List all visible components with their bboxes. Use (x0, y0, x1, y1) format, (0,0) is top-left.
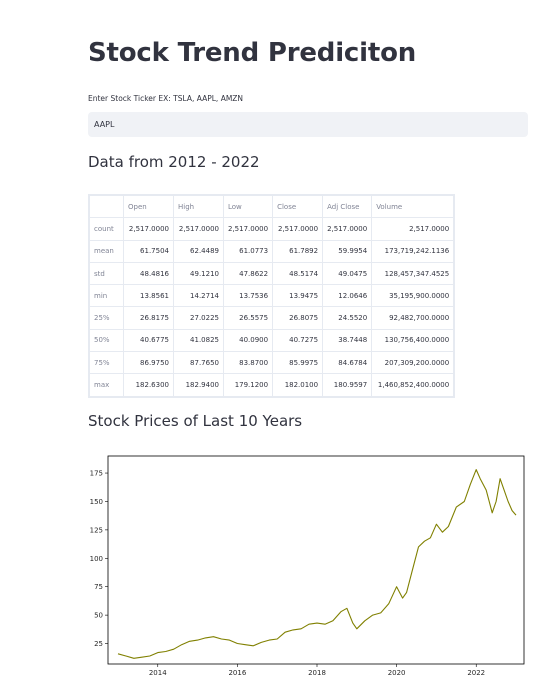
table-cell: 49.1210 (173, 261, 224, 286)
data-section-heading: Data from 2012 - 2022 (88, 153, 260, 171)
table-cell: 13.8561 (123, 284, 174, 308)
y-tick-label: 75 (94, 583, 103, 591)
y-tick-label: 100 (90, 555, 103, 563)
x-tick-label: 2018 (308, 669, 326, 677)
table-cell: 86.9750 (123, 351, 174, 375)
table-cell: 207,309,200.0000 (371, 351, 455, 375)
table-cell: 13.9475 (272, 284, 324, 308)
row-label: 75% (89, 351, 124, 375)
table-header-row: Open High Low Close Adj Close Volume (89, 194, 455, 219)
table-cell: 2,517.0000 (173, 217, 224, 241)
chart-section-heading: Stock Prices of Last 10 Years (88, 412, 303, 430)
y-tick-label: 175 (90, 470, 103, 478)
table-cell: 180.9597 (322, 373, 373, 397)
table-cell: 173,719,242.1136 (371, 239, 455, 263)
table-row: min 13.8561 14.2714 13.7536 13.9475 12.0646 35… (89, 284, 455, 308)
table-row: std 48.4816 49.1210 47.8622 48.5174 49.0475 12… (89, 261, 455, 286)
table-cell: 87.7650 (173, 351, 224, 375)
column-header[interactable]: High (173, 194, 224, 219)
column-header[interactable]: Volume (371, 194, 455, 219)
table-row: 75% 86.9750 87.7650 83.8700 85.9975 84.6784 20… (89, 351, 455, 375)
table-cell: 48.5174 (272, 261, 324, 286)
stats-table: Open High Low Close Adj Close Volume cou… (88, 194, 456, 398)
table-cell: 130,756,400.0000 (371, 328, 455, 353)
y-tick-label: 125 (90, 526, 103, 534)
table-cell: 85.9975 (272, 351, 324, 375)
table-cell: 13.7536 (222, 284, 274, 308)
table-row: count 2,517.0000 2,517.0000 2,517.0000 2,517… (89, 217, 455, 241)
column-header[interactable]: Adj Close (322, 194, 373, 219)
column-header[interactable]: Open (123, 194, 174, 219)
table-cell: 2,517.0000 (322, 217, 373, 241)
table-cell: 41.0825 (173, 328, 224, 353)
row-label: count (89, 217, 124, 241)
table-cell: 92,482,700.0000 (371, 306, 455, 330)
table-cell: 26.8175 (123, 306, 174, 330)
y-tick-label: 25 (94, 640, 103, 648)
table-cell: 2,517.0000 (123, 217, 174, 241)
table-cell: 83.8700 (222, 351, 274, 375)
table-cell: 47.8622 (222, 261, 274, 286)
table-cell: 61.7892 (272, 239, 324, 263)
table-row: 50% 40.6775 41.0825 40.0900 40.7275 38.7448 13… (89, 328, 455, 353)
price-chart-svg: 25 50 75 100 125 150 175 2014 2016 2018 2020 2022 (90, 455, 525, 677)
plot-frame (107, 455, 525, 665)
x-tick-label: 2016 (228, 669, 246, 677)
table-cell: 12.0646 (322, 284, 373, 308)
ticker-input[interactable] (88, 112, 528, 137)
row-label: min (89, 284, 124, 308)
x-tick-label: 2022 (467, 669, 485, 677)
table-cell: 2,517.0000 (222, 217, 274, 241)
price-chart: 25 50 75 100 125 150 175 2014 2016 2018 2020 2022 (80, 450, 532, 682)
table-cell: 128,457,347.4525 (371, 261, 455, 286)
table-cell: 61.7504 (123, 239, 174, 263)
table-cell: 40.0900 (222, 328, 274, 353)
table-cell: 2,517.0000 (371, 217, 455, 241)
table-cell: 61.0773 (222, 239, 274, 263)
y-tick-label: 50 (94, 612, 103, 620)
table-cell: 179.1200 (222, 373, 274, 397)
row-label: mean (89, 239, 124, 263)
row-label: std (89, 261, 124, 286)
table-cell: 182.9400 (173, 373, 224, 397)
table-cell: 182.6300 (123, 373, 174, 397)
column-header[interactable]: Low (222, 194, 274, 219)
table-cell: 27.0225 (173, 306, 224, 330)
row-label: max (89, 373, 124, 397)
table-row: max 182.6300 182.9400 179.1200 182.0100 180.9… (89, 373, 455, 397)
table-cell: 26.5575 (222, 306, 274, 330)
table-row: mean 61.7504 62.4489 61.0773 61.7892 59.9954 1… (89, 239, 455, 263)
table-cell: 84.6784 (322, 351, 373, 375)
table-row: 25% 26.8175 27.0225 26.5575 26.8075 24.5520 92… (89, 306, 455, 330)
table-cell: 2,517.0000 (272, 217, 324, 241)
column-header[interactable]: Close (272, 194, 324, 219)
table-cell: 48.4816 (123, 261, 174, 286)
table-cell: 40.6775 (123, 328, 174, 353)
table-cell: 1,460,852,400.0000 (371, 373, 455, 397)
x-tick-label: 2020 (388, 669, 406, 677)
table-cell: 40.7275 (272, 328, 324, 353)
y-tick-label: 150 (90, 498, 103, 506)
row-label: 50% (89, 328, 124, 353)
table-cell: 59.9954 (322, 239, 373, 263)
ticker-input-label: Enter Stock Ticker EX: TSLA, AAPL, AMZN (88, 94, 244, 103)
x-tick-label: 2014 (149, 669, 167, 677)
table-cell: 49.0475 (322, 261, 373, 286)
table-cell: 38.7448 (322, 328, 373, 353)
table-cell: 14.2714 (173, 284, 224, 308)
table-cell: 182.0100 (272, 373, 324, 397)
column-header (89, 194, 124, 219)
table-cell: 26.8075 (272, 306, 324, 330)
table-cell: 24.5520 (322, 306, 373, 330)
page-title: Stock Trend Prediciton (88, 38, 417, 68)
table-cell: 62.4489 (173, 239, 224, 263)
price-series-line (117, 469, 517, 659)
table-cell: 35,195,900.0000 (371, 284, 455, 308)
row-label: 25% (89, 306, 124, 330)
